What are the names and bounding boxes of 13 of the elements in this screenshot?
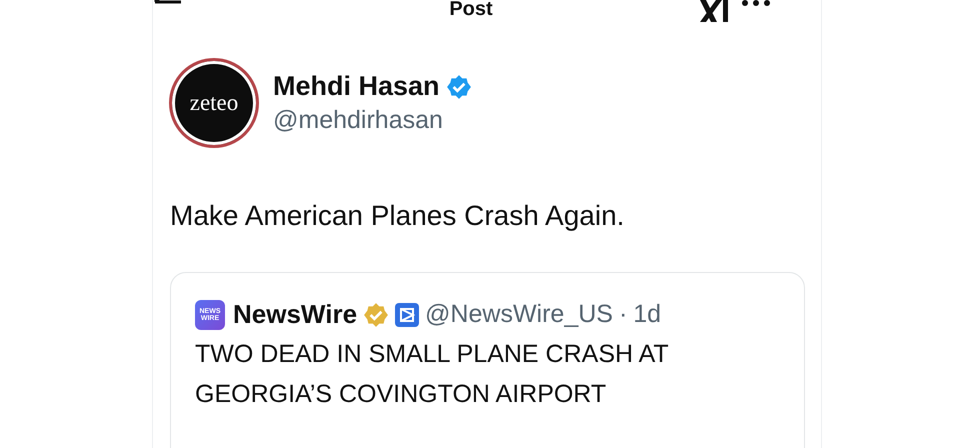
- quoted-author-name: NewsWire: [233, 299, 358, 330]
- quoted-text: TWO DEAD IN SMALL PLANE CRASH AT GEORGIA’S COVINGTON AIRPORT: [195, 339, 670, 410]
- more-icon[interactable]: [741, 0, 771, 8]
- affiliate-icon: [395, 302, 420, 326]
- post-text: Make American Planes Crash Again.: [170, 200, 626, 232]
- avatar[interactable]: zeteo: [169, 58, 259, 148]
- quoted-handle: @NewsWire_US: [425, 300, 613, 329]
- page-title: Post: [449, 0, 493, 18]
- logo-icon[interactable]: [699, 0, 729, 22]
- author-name[interactable]: Mehdi Hasan: [273, 71, 440, 102]
- post-time: 1d: [633, 300, 662, 329]
- separator-dot: ·: [618, 300, 628, 329]
- author-handle[interactable]: @mehdirhasan: [273, 106, 443, 135]
